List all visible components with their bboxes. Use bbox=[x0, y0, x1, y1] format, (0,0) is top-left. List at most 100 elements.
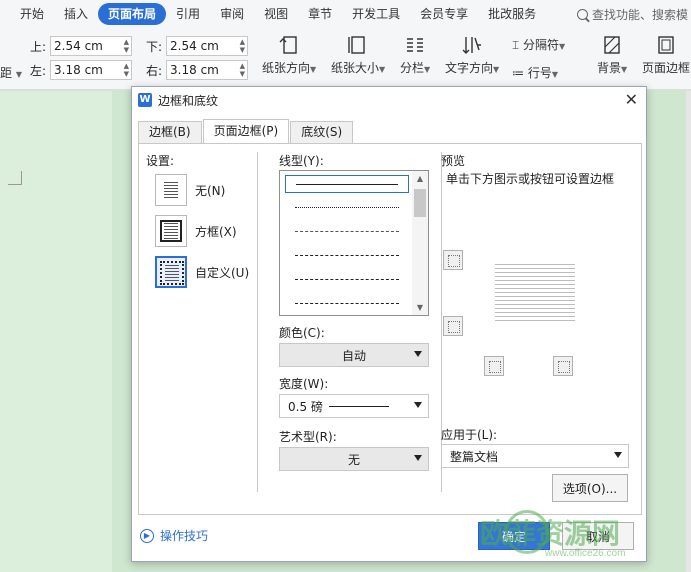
line-numbers-icon: ≔ bbox=[512, 66, 524, 80]
setting-box[interactable]: 方框(X) bbox=[155, 215, 237, 247]
margin-bottom-label: 下: bbox=[146, 39, 163, 54]
line-style-label: 线型(Y): bbox=[279, 154, 324, 168]
setting-custom[interactable]: 自定义(U) bbox=[155, 256, 249, 288]
color-value: 自动 bbox=[341, 348, 366, 363]
width-value: 0.5 磅 bbox=[288, 399, 323, 414]
margin-right-input[interactable]: 3.18 cm ▲ ▼ bbox=[166, 60, 249, 80]
orientation-button[interactable]: 纸张方向▼ bbox=[262, 34, 316, 76]
art-dropdown[interactable]: 无 bbox=[279, 447, 429, 471]
text-direction-button[interactable]: 文字方向▼ bbox=[445, 34, 499, 76]
page-border-button[interactable]: 页面边框 bbox=[642, 34, 690, 76]
line-style-dash[interactable] bbox=[285, 247, 409, 265]
setting-custom-label: 自定义(U) bbox=[195, 265, 250, 280]
margin-bottom-input[interactable]: 2.54 cm ▲ ▼ bbox=[166, 36, 249, 56]
separator-button[interactable]: ⌶ 分隔符▼ bbox=[512, 36, 565, 53]
tab-correction[interactable]: 批改服务 bbox=[478, 3, 546, 25]
columns-icon bbox=[407, 38, 424, 52]
line-style-list[interactable]: ▲ ▼ bbox=[279, 170, 429, 316]
custom-border-icon bbox=[155, 256, 187, 288]
art-value: 无 bbox=[347, 452, 360, 467]
separator-icon: ⌶ bbox=[512, 38, 520, 52]
tab-insert[interactable]: 插入 bbox=[54, 3, 98, 25]
scroll-up-icon[interactable]: ▲ bbox=[412, 174, 428, 183]
art-label: 艺术型(R): bbox=[279, 430, 337, 444]
document-page[interactable] bbox=[0, 91, 112, 572]
scroll-down-icon[interactable]: ▼ bbox=[412, 303, 428, 312]
bottom-border-toggle-icon[interactable] bbox=[443, 316, 463, 336]
chevron-down-icon bbox=[614, 452, 622, 458]
tab-home[interactable]: 开始 bbox=[10, 3, 54, 25]
chevron-down-icon bbox=[414, 402, 422, 408]
close-icon[interactable]: ✕ bbox=[625, 90, 638, 109]
tab-developer[interactable]: 开发工具 bbox=[342, 3, 410, 25]
borders-shading-dialog: W 边框和底纹 ✕ 边框(B) 页面边框(P) 底纹(S) 设置: 无(N) 方… bbox=[131, 86, 647, 562]
line-style-scrollbar[interactable]: ▲ ▼ bbox=[412, 171, 428, 315]
tips-link[interactable]: ▶ 操作技巧 bbox=[140, 527, 208, 544]
margin-top-input[interactable]: 2.54 cm ▲ ▼ bbox=[50, 36, 133, 56]
margin-corner-mark bbox=[8, 171, 22, 185]
width-dropdown[interactable]: 0.5 磅 bbox=[279, 394, 429, 418]
line-numbers-button[interactable]: ≔ 行号▼ bbox=[512, 64, 558, 81]
preview-page bbox=[495, 264, 575, 322]
setting-box-label: 方框(X) bbox=[195, 224, 237, 239]
background-button[interactable]: 背景▼ bbox=[597, 34, 627, 76]
spin-icon[interactable]: ▲ ▼ bbox=[240, 62, 245, 78]
page-border-panel: 设置: 无(N) 方框(X) 自定义(U) 线型(Y): ▲ ▼ 颜色(C): … bbox=[138, 143, 642, 515]
tab-borders[interactable]: 边框(B) bbox=[138, 121, 202, 143]
search-icon bbox=[577, 8, 588, 20]
preview-hint: 单击下方图示或按钮可设置边框 bbox=[446, 172, 615, 186]
line-style-dash-dot[interactable] bbox=[285, 271, 409, 289]
paper-size-button[interactable]: 纸张大小▼ bbox=[331, 34, 385, 76]
left-border-toggle-icon[interactable] bbox=[484, 356, 504, 376]
tab-page-border[interactable]: 页面边框(P) bbox=[202, 119, 290, 143]
watermark-text: 欧菲资源网 bbox=[480, 518, 621, 549]
dialog-titlebar[interactable]: W 边框和底纹 bbox=[132, 87, 646, 113]
background-icon bbox=[604, 36, 620, 54]
margin-left-label: 左: bbox=[30, 63, 47, 78]
search-placeholder: 查找功能、搜索模 bbox=[592, 7, 689, 22]
divider bbox=[257, 152, 258, 492]
line-style-solid[interactable] bbox=[285, 175, 409, 193]
color-dropdown[interactable]: 自动 bbox=[279, 343, 429, 367]
dialog-title: 边框和底纹 bbox=[158, 93, 219, 108]
page-border-icon bbox=[658, 36, 674, 54]
tips-link-label: 操作技巧 bbox=[160, 529, 209, 543]
options-button[interactable]: 选项(O)... bbox=[552, 474, 628, 502]
ribbon-toolbar: 上: 2.54 cm ▲ ▼ 左: 3.18 cm ▲ ▼ 下: 2.54 cm ▲ ▼ 右… bbox=[0, 28, 691, 90]
box-border-icon bbox=[155, 215, 187, 247]
tab-page-layout[interactable]: 页面布局 bbox=[98, 3, 167, 25]
wps-writer-icon: W bbox=[138, 93, 152, 107]
tab-references[interactable]: 引用 bbox=[166, 3, 210, 25]
chevron-down-icon bbox=[414, 455, 422, 461]
setting-none[interactable]: 无(N) bbox=[155, 174, 225, 206]
line-style-dotted[interactable] bbox=[285, 199, 409, 217]
tab-shading[interactable]: 底纹(S) bbox=[290, 121, 354, 143]
search-box[interactable]: 查找功能、搜索模 bbox=[577, 0, 688, 28]
tab-chapter[interactable]: 章节 bbox=[298, 3, 342, 25]
line-style-dash-dot-dot[interactable] bbox=[285, 295, 409, 313]
spin-icon[interactable]: ▲ ▼ bbox=[124, 38, 129, 54]
line-style-fine-dash[interactable] bbox=[285, 223, 409, 241]
right-border-toggle-icon[interactable] bbox=[553, 356, 573, 376]
tab-review[interactable]: 审阅 bbox=[210, 3, 254, 25]
text-direction-icon bbox=[462, 37, 482, 54]
apply-label: 应用于(L): bbox=[441, 428, 498, 442]
tab-view[interactable]: 视图 bbox=[254, 3, 298, 25]
settings-label: 设置: bbox=[146, 154, 175, 168]
margin-top-label: 上: bbox=[30, 39, 47, 54]
top-border-toggle-icon[interactable] bbox=[443, 250, 463, 270]
margin-left-input[interactable]: 3.18 cm ▲ ▼ bbox=[50, 60, 133, 80]
spin-icon[interactable]: ▲ ▼ bbox=[124, 62, 129, 78]
scroll-thumb[interactable] bbox=[414, 189, 426, 217]
tab-member[interactable]: 会员专享 bbox=[410, 3, 478, 25]
margins-button[interactable]: 距 ▼ bbox=[0, 64, 22, 81]
spin-icon[interactable]: ▲ ▼ bbox=[240, 38, 245, 54]
paper-size-icon bbox=[348, 36, 365, 54]
preview-label: 预览 bbox=[441, 154, 466, 168]
margin-left-field: 左: 3.18 cm ▲ ▼ bbox=[30, 60, 133, 80]
apply-dropdown[interactable]: 整篇文档 bbox=[441, 444, 629, 468]
margin-right-label: 右: bbox=[146, 63, 163, 78]
vertical-scrollbar[interactable] bbox=[686, 91, 691, 572]
dialog-tabs: 边框(B) 页面边框(P) 底纹(S) bbox=[138, 119, 354, 143]
columns-button[interactable]: 分栏▼ bbox=[400, 34, 430, 76]
